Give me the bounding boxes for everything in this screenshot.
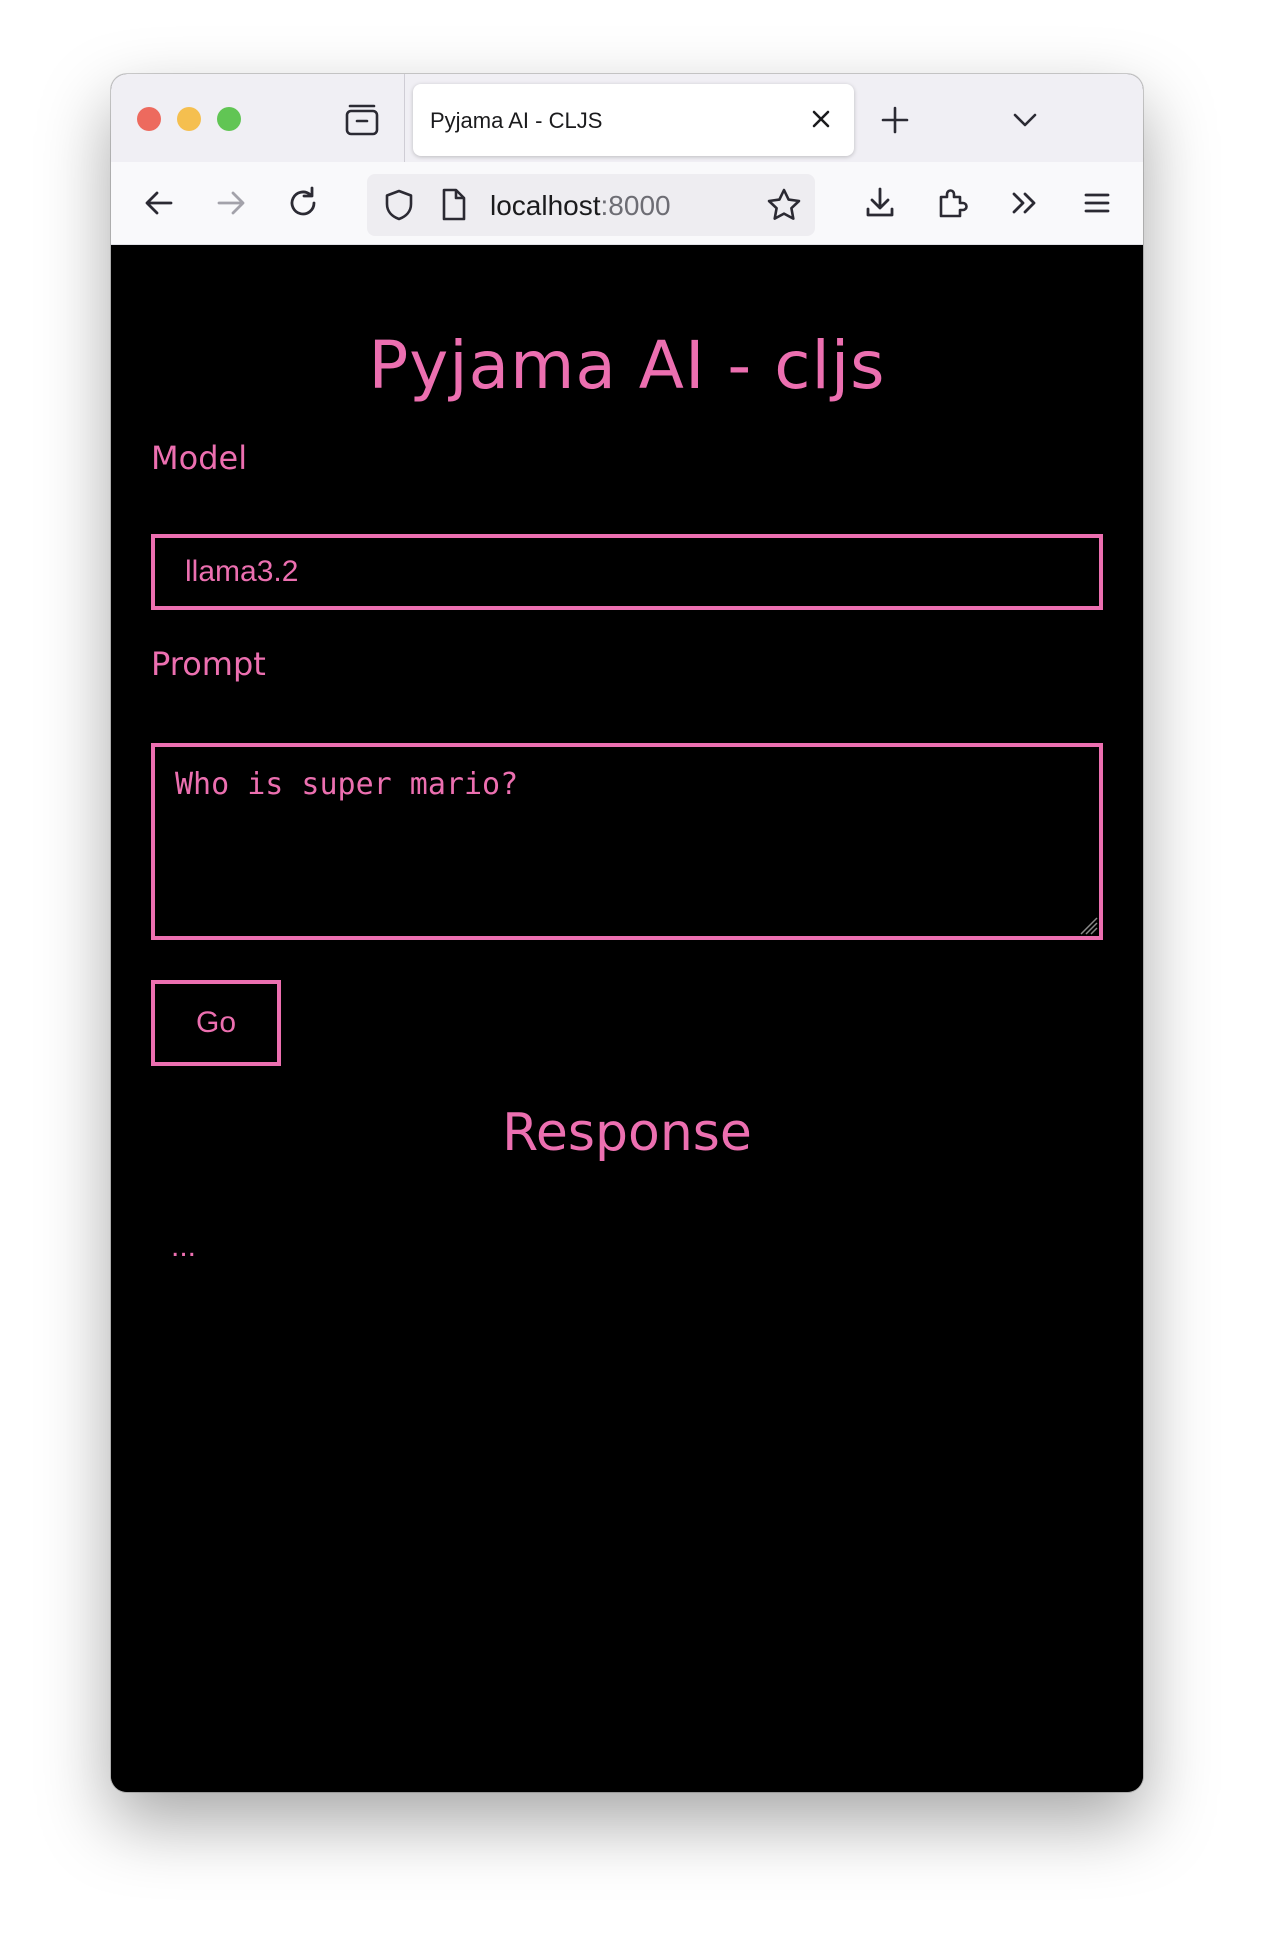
url-port: :8000 [600, 190, 671, 221]
hamburger-menu-icon[interactable] [1079, 185, 1115, 221]
tab-separator [404, 74, 405, 162]
shield-icon[interactable] [381, 187, 417, 223]
address-bar[interactable]: localhost:8000 [367, 174, 815, 236]
model-label: Model [151, 439, 248, 477]
model-input[interactable] [151, 534, 1103, 610]
resize-handle-icon[interactable] [1076, 913, 1098, 935]
download-icon[interactable] [862, 185, 898, 221]
reload-icon[interactable] [285, 185, 321, 221]
tab-bar: Pyjama AI - CLJS [111, 74, 1143, 162]
forward-arrow-icon[interactable] [213, 185, 249, 221]
zoom-window-button[interactable] [217, 107, 241, 131]
extensions-icon[interactable] [935, 185, 971, 221]
chevron-down-icon[interactable] [1009, 104, 1041, 136]
bookmark-star-icon[interactable] [765, 186, 803, 224]
response-heading: Response [502, 1103, 752, 1163]
tab-title: Pyjama AI - CLJS [430, 108, 603, 133]
active-tab[interactable]: Pyjama AI - CLJS [413, 84, 854, 156]
prompt-textarea[interactable]: Who is super mario? [151, 743, 1103, 940]
close-window-button[interactable] [137, 107, 161, 131]
url-host: localhost [490, 190, 601, 221]
browser-window: Pyjama AI - CLJS localhost:8000 Pyjama A… [111, 74, 1143, 1792]
new-tab-icon[interactable] [879, 104, 911, 136]
url-text[interactable]: localhost:8000 [490, 190, 671, 222]
back-arrow-icon[interactable] [141, 185, 177, 221]
page-icon[interactable] [439, 187, 469, 223]
close-tab-icon[interactable] [808, 106, 834, 132]
navigation-toolbar: localhost:8000 [111, 162, 1143, 245]
prompt-label: Prompt [151, 645, 266, 683]
overflow-menu-icon[interactable] [1007, 185, 1043, 221]
minimize-window-button[interactable] [177, 107, 201, 131]
tab-overview-icon[interactable] [344, 102, 380, 138]
page-content: Pyjama AI - cljs Model Prompt Who is sup… [111, 245, 1143, 1792]
response-text: ... [171, 1230, 197, 1263]
page-title: Pyjama AI - cljs [368, 327, 886, 404]
go-button[interactable]: Go [151, 980, 281, 1066]
